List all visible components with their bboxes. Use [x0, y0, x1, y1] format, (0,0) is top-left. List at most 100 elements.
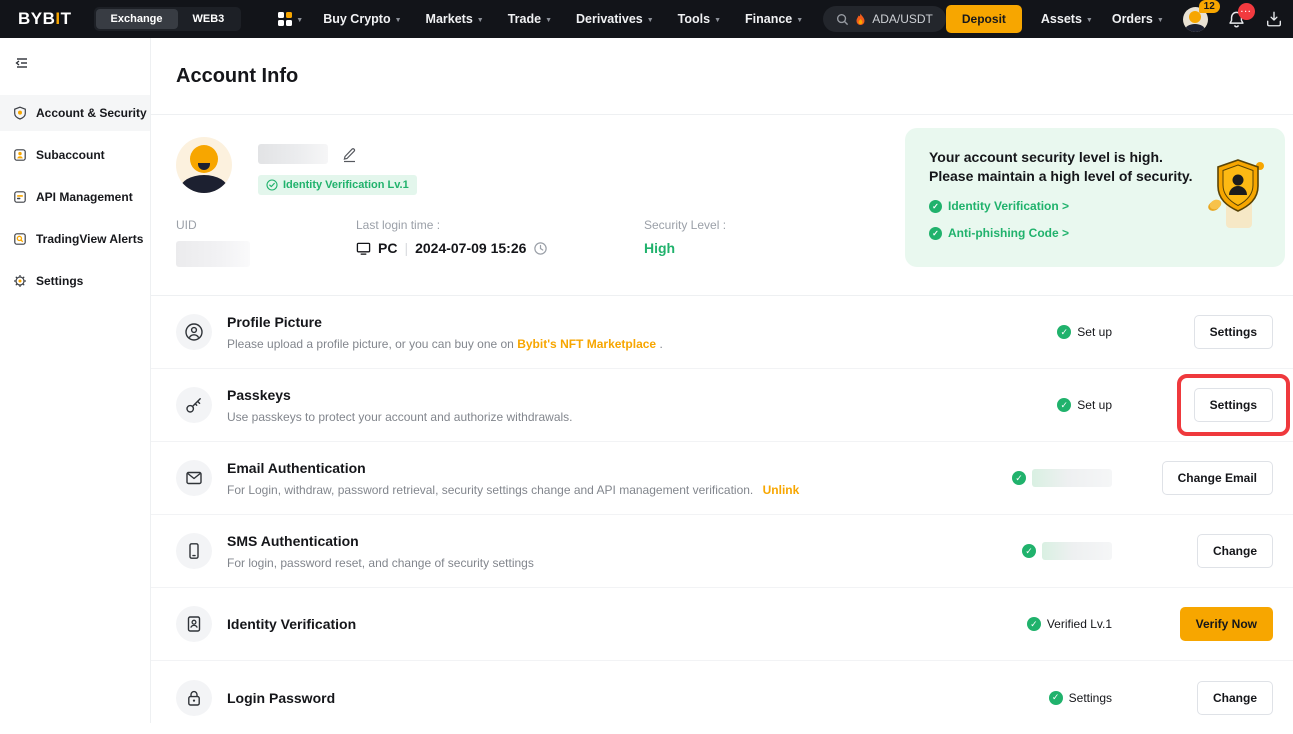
bybit-logo[interactable]: BYBIT: [18, 9, 72, 29]
notification-count-badge: 12: [1199, 0, 1220, 13]
deposit-button[interactable]: Deposit: [946, 5, 1022, 33]
chevron-down-icon: ▼: [714, 17, 721, 24]
nav-menu-derivatives[interactable]: Derivatives▼: [576, 12, 654, 26]
security-level-value: High: [644, 240, 726, 256]
uid-block: UID: [176, 218, 356, 267]
login-device: PC: [378, 240, 397, 256]
settings-row-email-authentication: Email Authentication For Login, withdraw…: [151, 442, 1293, 515]
status-set-up: ✓ Set up: [862, 398, 1112, 412]
navbar-right: Deposit Assets▼ Orders▼ 12 ···: [946, 5, 1293, 33]
sidebar-item-label: TradingView Alerts: [36, 232, 143, 246]
settings-row-login-password: Login Password ✓ Settings Change: [151, 661, 1293, 734]
last-login-time: 2024-07-09 15:26: [415, 240, 526, 256]
nav-menu-trade[interactable]: Trade▼: [508, 12, 552, 26]
top-navbar: BYBIT Exchange WEB3 ▼ Buy Crypto▼ Market…: [0, 0, 1293, 38]
avatar: [176, 137, 232, 193]
sidebar-collapse-button[interactable]: [14, 56, 29, 75]
nav-menu-finance[interactable]: Finance▼: [745, 12, 803, 26]
check-icon: ✓: [1027, 617, 1041, 631]
banner-title-line2: Please maintain a high level of security…: [929, 167, 1205, 186]
chevron-down-icon: ▼: [1086, 17, 1093, 24]
check-icon: ✓: [1057, 398, 1071, 412]
row-title: Login Password: [227, 690, 335, 706]
verify-now-button[interactable]: Verify Now: [1180, 607, 1273, 641]
nav-menu-orders[interactable]: Orders▼: [1112, 12, 1164, 26]
edit-username-button[interactable]: [341, 146, 357, 163]
flame-icon: [855, 13, 866, 26]
sidebar-item-label: Subaccount: [36, 148, 105, 162]
divider: |: [404, 240, 408, 256]
banner-title-line1: Your account security level is high.: [929, 148, 1205, 167]
page-header: Account Info: [151, 38, 1293, 115]
download-app-button[interactable]: [1265, 10, 1283, 28]
notifications-button[interactable]: ···: [1227, 10, 1246, 29]
sidebar-item-subaccount[interactable]: Subaccount: [0, 137, 150, 173]
banner-link-identity-verification[interactable]: ✓ Identity Verification >: [929, 199, 1205, 213]
exchange-web3-toggle: Exchange WEB3: [94, 7, 242, 31]
tradingview-icon: [13, 232, 27, 246]
settings-row-sms-authentication: SMS Authentication For login, password r…: [151, 515, 1293, 588]
email-redacted: [1032, 469, 1112, 487]
username-redacted: [258, 144, 328, 164]
chevron-down-icon: ▼: [395, 17, 402, 24]
nav-menu-markets[interactable]: Markets▼: [426, 12, 484, 26]
settings-row-identity-verification: Identity Verification ✓ Verified Lv.1 Ve…: [151, 588, 1293, 661]
sidebar-item-api-management[interactable]: API Management: [0, 179, 150, 215]
change-email-button[interactable]: Change Email: [1162, 461, 1273, 495]
annotation-highlight-box: Settings: [1177, 374, 1290, 436]
sidebar: Account & Security Subaccount API Manage…: [0, 38, 151, 723]
check-icon: ✓: [1057, 325, 1071, 339]
account-avatar-button[interactable]: 12: [1183, 7, 1208, 32]
row-description: For Login, withdraw, password retrieval,…: [227, 483, 799, 497]
status-email-redacted: ✓: [862, 469, 1112, 487]
sidebar-item-account-security[interactable]: Account & Security: [0, 95, 150, 131]
smartphone-icon: [176, 533, 212, 569]
nav-menu-tools[interactable]: Tools▼: [678, 12, 721, 26]
passkeys-icon: [176, 387, 212, 423]
status-settings: ✓ Settings: [862, 691, 1112, 705]
security-level-block: Security Level : High: [644, 218, 726, 267]
apps-grid-icon: [277, 11, 293, 27]
security-settings-list: Profile Picture Please upload a profile …: [151, 295, 1293, 734]
api-icon: [13, 190, 27, 204]
row-title: SMS Authentication: [227, 533, 534, 549]
profile-picture-settings-button[interactable]: Settings: [1194, 315, 1273, 349]
nav-menu-buy-crypto[interactable]: Buy Crypto▼: [323, 12, 401, 26]
change-sms-button[interactable]: Change: [1197, 534, 1273, 568]
profile-section: Identity Verification Lv.1 UID Last logi…: [151, 115, 1293, 267]
status-phone-redacted: ✓: [862, 542, 1112, 560]
logo-text: BYB: [18, 9, 55, 29]
change-password-button[interactable]: Change: [1197, 681, 1273, 715]
pencil-icon: [341, 146, 357, 163]
passkeys-settings-button[interactable]: Settings: [1194, 388, 1273, 422]
identity-verification-badge: Identity Verification Lv.1: [258, 175, 417, 195]
phone-redacted: [1042, 542, 1112, 560]
clock-icon[interactable]: [533, 241, 548, 256]
email-icon: [176, 460, 212, 496]
check-icon: ✓: [929, 227, 942, 240]
logo-text-2: T: [61, 9, 72, 29]
banner-link-anti-phishing-code[interactable]: ✓ Anti-phishing Code >: [929, 226, 1205, 240]
check-icon: ✓: [929, 200, 942, 213]
row-title: Email Authentication: [227, 460, 799, 476]
search-input[interactable]: ADA/USDT: [823, 6, 946, 32]
nft-marketplace-link[interactable]: Bybit's NFT Marketplace: [517, 337, 656, 351]
sidebar-item-tradingview-alerts[interactable]: TradingView Alerts: [0, 221, 150, 257]
account-meta-row: UID Last login time : PC | 2024-07: [176, 218, 726, 267]
alert-badge: ···: [1238, 3, 1255, 20]
row-title: Profile Picture: [227, 314, 663, 330]
nav-menu-assets[interactable]: Assets▼: [1041, 12, 1093, 26]
profile-picture-icon: [176, 314, 212, 350]
row-title: Passkeys: [227, 387, 573, 403]
chevron-down-icon: ▼: [477, 17, 484, 24]
apps-grid-button[interactable]: ▼: [277, 11, 303, 27]
tab-web3[interactable]: WEB3: [178, 9, 240, 29]
gear-icon: [13, 274, 27, 288]
unlink-email-link[interactable]: Unlink: [763, 483, 800, 497]
download-icon: [1265, 10, 1283, 28]
check-icon: ✓: [1049, 691, 1063, 705]
sidebar-item-settings[interactable]: Settings: [0, 263, 150, 299]
row-description: Please upload a profile picture, or you …: [227, 337, 663, 351]
tab-exchange[interactable]: Exchange: [96, 9, 178, 29]
last-login-block: Last login time : PC | 2024-07-09 15:26: [356, 218, 644, 267]
